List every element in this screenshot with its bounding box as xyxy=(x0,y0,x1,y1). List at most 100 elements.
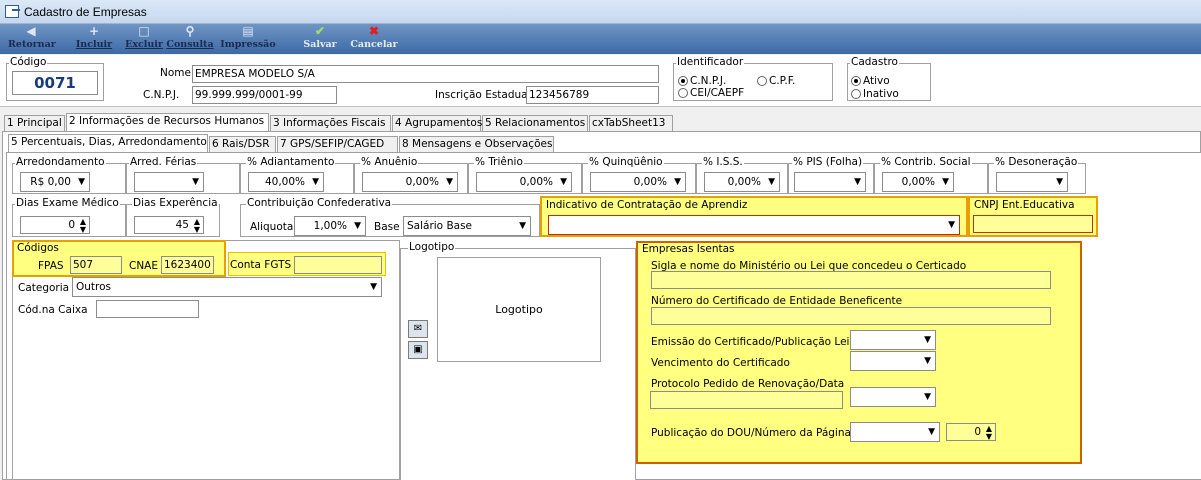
dropdown-arrow-icon: ▼ xyxy=(928,427,935,437)
retornar-button[interactable]: ◀ Retornar xyxy=(8,24,56,54)
trash-icon: □ xyxy=(138,24,150,38)
protocolo-data-dropdown[interactable]: ▼ xyxy=(850,387,936,407)
dropdown-arrow-icon: ▼ xyxy=(192,177,199,187)
tab-principal[interactable]: 1 Principal xyxy=(4,115,65,131)
consulta-button[interactable]: ⚲ Consulta xyxy=(166,24,214,54)
aliquota-dropdown[interactable]: 1,00% ▼ xyxy=(294,216,366,236)
dou-dropdown[interactable]: ▼ xyxy=(850,422,940,442)
aprendiz-dropdown[interactable]: ▼ xyxy=(548,215,960,235)
dropdown-arrow-icon: ▼ xyxy=(768,177,775,187)
quinquenio-dropdown[interactable]: 0,00% ▼ xyxy=(590,172,686,192)
radio-cnpj[interactable]: C.N.P.J. xyxy=(678,75,726,87)
cnae-label: CNAE xyxy=(129,260,159,272)
logotipo-box[interactable]: Logotipo xyxy=(437,257,601,362)
dias-exame-field[interactable]: 0 ▲ ▼ xyxy=(20,216,90,234)
protocolo-field[interactable] xyxy=(650,391,843,409)
fpas-field[interactable]: 507 xyxy=(70,256,122,274)
radio-ativo[interactable]: Ativo xyxy=(851,75,890,87)
categoria-dropdown[interactable]: Outros ▼ xyxy=(72,277,382,297)
aliquota-label: Aliquota xyxy=(250,221,294,233)
radio-inativo[interactable]: Inativo xyxy=(851,88,899,100)
numero-certificado-label: Número do Certificado de Entidade Benefi… xyxy=(651,295,903,307)
pis-label: % PIS (Folha) xyxy=(792,156,864,168)
adiantamento-dropdown[interactable]: 40,00% ▼ xyxy=(248,172,324,192)
excluir-button[interactable]: □ Excluir xyxy=(122,24,166,54)
iss-dropdown[interactable]: 0,00% ▼ xyxy=(704,172,780,192)
protocolo-label: Protocolo Pedido de Renovação/Data xyxy=(651,378,845,390)
inscricao-label: Inscrição Estadual xyxy=(435,89,531,101)
codigo-field[interactable]: 0071 xyxy=(12,71,98,95)
tab-recursos-humanos[interactable]: 2 Informações de Recursos Humanos xyxy=(66,113,269,131)
camera-icon[interactable]: ▣ xyxy=(408,341,428,359)
vencimento-dropdown[interactable]: ▼ xyxy=(850,351,936,371)
dropdown-arrow-icon: ▼ xyxy=(948,220,955,230)
sigla-field[interactable] xyxy=(651,271,1051,289)
arredondamento-dropdown[interactable]: R$ 0,00 ▼ xyxy=(20,172,90,192)
arred-ferias-dropdown[interactable]: ▼ xyxy=(134,172,204,192)
contrib-social-dropdown[interactable]: 0,00% ▼ xyxy=(882,172,954,192)
dropdown-arrow-icon: ▼ xyxy=(519,221,526,231)
desoneracao-dropdown[interactable]: ▼ xyxy=(996,172,1068,192)
cnae-field[interactable]: 1623400 xyxy=(161,256,214,274)
anuenio-dropdown[interactable]: 0,00% ▼ xyxy=(362,172,458,192)
desoneracao-label: % Desoneração xyxy=(994,156,1079,168)
printer-icon: ▤ xyxy=(242,24,254,38)
aprendiz-label: Indicativo de Contratação de Aprendiz xyxy=(545,199,749,211)
subtab-rais[interactable]: 6 Rais/DSR xyxy=(209,136,276,152)
search-icon: ⚲ xyxy=(185,24,195,38)
cancelar-button[interactable]: ✖ Cancelar xyxy=(350,24,398,54)
cadastro-label: Cadastro xyxy=(850,56,899,68)
radio-icon xyxy=(851,89,861,99)
dropdown-arrow-icon: ▼ xyxy=(560,177,567,187)
radio-cpf[interactable]: C.P.F. xyxy=(757,75,795,87)
load-image-icon[interactable]: ✉ xyxy=(408,320,428,338)
sub-tabs: 5 Percentuais, Dias, Arredondamento 6 Ra… xyxy=(8,134,1198,152)
pis-dropdown[interactable]: ▼ xyxy=(794,172,866,192)
radio-icon xyxy=(678,88,688,98)
cnpj-educativa-field[interactable] xyxy=(973,215,1093,233)
inscricao-field[interactable]: 123456789 xyxy=(526,86,659,104)
tab-agrupamentos[interactable]: 4 Agrupamentos xyxy=(392,115,482,131)
radio-selected-icon xyxy=(678,76,688,86)
incluir-button[interactable]: + Incluir xyxy=(74,24,114,54)
main-tabs: 1 Principal 2 Informações de Recursos Hu… xyxy=(4,113,1201,131)
tab-relacionamentos[interactable]: 5 Relacionamentos xyxy=(482,115,588,131)
pagina-field[interactable]: 0 ▲ ▼ xyxy=(946,423,996,441)
nome-field[interactable]: EMPRESA MODELO S/A xyxy=(192,65,659,83)
plus-icon: + xyxy=(88,24,100,38)
cod-caixa-field[interactable] xyxy=(96,300,199,318)
subtab-gps[interactable]: 7 GPS/SEFIP/CAGED xyxy=(277,136,398,152)
dropdown-arrow-icon: ▼ xyxy=(924,392,931,402)
trienio-label: % Triênio xyxy=(474,156,524,168)
impressao-button[interactable]: ▤ Impressão xyxy=(220,24,276,54)
dias-experiencia-label: Dias Experência xyxy=(132,197,219,209)
title-bar: Cadastro de Empresas xyxy=(0,0,1201,24)
arred-ferias-label: Arred. Férias xyxy=(129,156,198,168)
numero-certificado-field[interactable] xyxy=(651,307,1051,325)
subtab-mensagens[interactable]: 8 Mensagens e Observações xyxy=(399,136,554,152)
conta-fgts-field[interactable] xyxy=(294,256,382,274)
tab-cxtabsheet13[interactable]: cxTabSheet13 xyxy=(589,115,673,131)
conta-fgts-label: Conta FGTS xyxy=(230,259,292,271)
dropdown-arrow-icon: ▼ xyxy=(854,177,861,187)
subtab-percentuais[interactable]: 5 Percentuais, Dias, Arredondamento xyxy=(8,134,208,152)
anuenio-label: % Anuênio xyxy=(360,156,419,168)
logotipo-label: Logotipo xyxy=(408,241,456,253)
contribuicao-label: Contribuição Confederativa xyxy=(246,197,393,209)
dias-experiencia-field[interactable]: 45 ▲ ▼ xyxy=(134,216,204,234)
radio-cei[interactable]: CEI/CAEPF xyxy=(678,87,744,99)
codigos-label: Códigos xyxy=(16,242,60,254)
emissao-dropdown[interactable]: ▼ xyxy=(850,330,936,350)
categoria-label: Categoria xyxy=(18,282,70,294)
app-icon xyxy=(5,5,20,18)
dou-label: Publicação do DOU/Número da Página xyxy=(651,427,851,439)
trienio-dropdown[interactable]: 0,00% ▼ xyxy=(476,172,572,192)
x-icon: ✖ xyxy=(368,24,380,38)
dropdown-arrow-icon: ▼ xyxy=(924,356,931,366)
cnpj-field[interactable]: 99.999.999/0001-99 xyxy=(192,86,337,104)
cod-caixa-label: Cód.na Caixa xyxy=(18,304,88,316)
salvar-button[interactable]: ✔ Salvar xyxy=(300,24,340,54)
base-dropdown[interactable]: Salário Base ▼ xyxy=(403,216,531,236)
emissao-label: Emissão do Certificado/Publicação Lei xyxy=(651,336,850,348)
tab-informacoes-fiscais[interactable]: 3 Informações Fiscais xyxy=(270,115,391,131)
